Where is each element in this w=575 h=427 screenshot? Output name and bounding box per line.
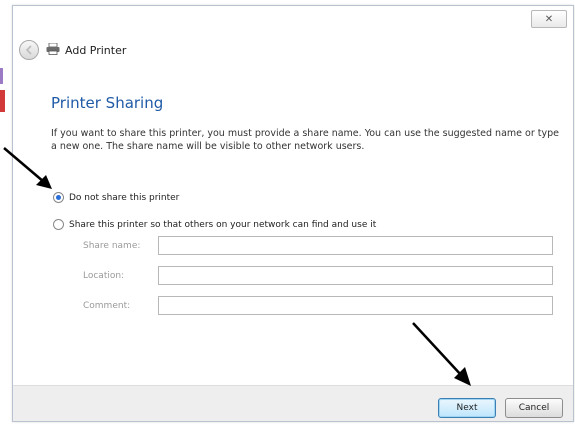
location-row: Location: [83,266,567,287]
dialog-footer: Next Cancel [13,385,573,421]
back-button[interactable] [19,40,39,60]
back-arrow-icon [25,45,32,55]
title-bar: ✕ Add Printer [13,6,573,66]
background-strip [0,0,12,427]
share-option[interactable]: Share this printer so that others on you… [53,219,376,230]
window-title: Add Printer [65,44,127,57]
next-button[interactable]: Next [438,398,496,418]
do-not-share-label[interactable]: Do not share this printer [69,193,179,203]
close-icon: ✕ [544,13,554,25]
share-name-field[interactable] [158,236,553,255]
printer-icon [46,43,60,55]
location-field[interactable] [158,266,553,285]
location-label: Location: [83,271,125,281]
do-not-share-option[interactable]: Do not share this printer [53,192,179,203]
page-title: Printer Sharing [51,94,164,112]
comment-row: Comment: [83,296,567,317]
share-name-label: Share name: [83,241,141,251]
do-not-share-radio[interactable] [53,192,64,203]
background-accent-red [0,90,5,112]
share-name-row: Share name: [83,236,567,257]
background-accent-purple [0,68,3,84]
cancel-button[interactable]: Cancel [505,398,563,418]
share-radio[interactable] [53,219,64,230]
close-button[interactable]: ✕ [531,10,567,28]
comment-field[interactable] [158,296,553,315]
share-label[interactable]: Share this printer so that others on you… [69,220,376,230]
page-description: If you want to share this printer, you m… [51,128,559,152]
comment-label: Comment: [83,301,131,311]
add-printer-dialog: ✕ Add Printer Printer Sharing If you wan… [12,5,574,422]
